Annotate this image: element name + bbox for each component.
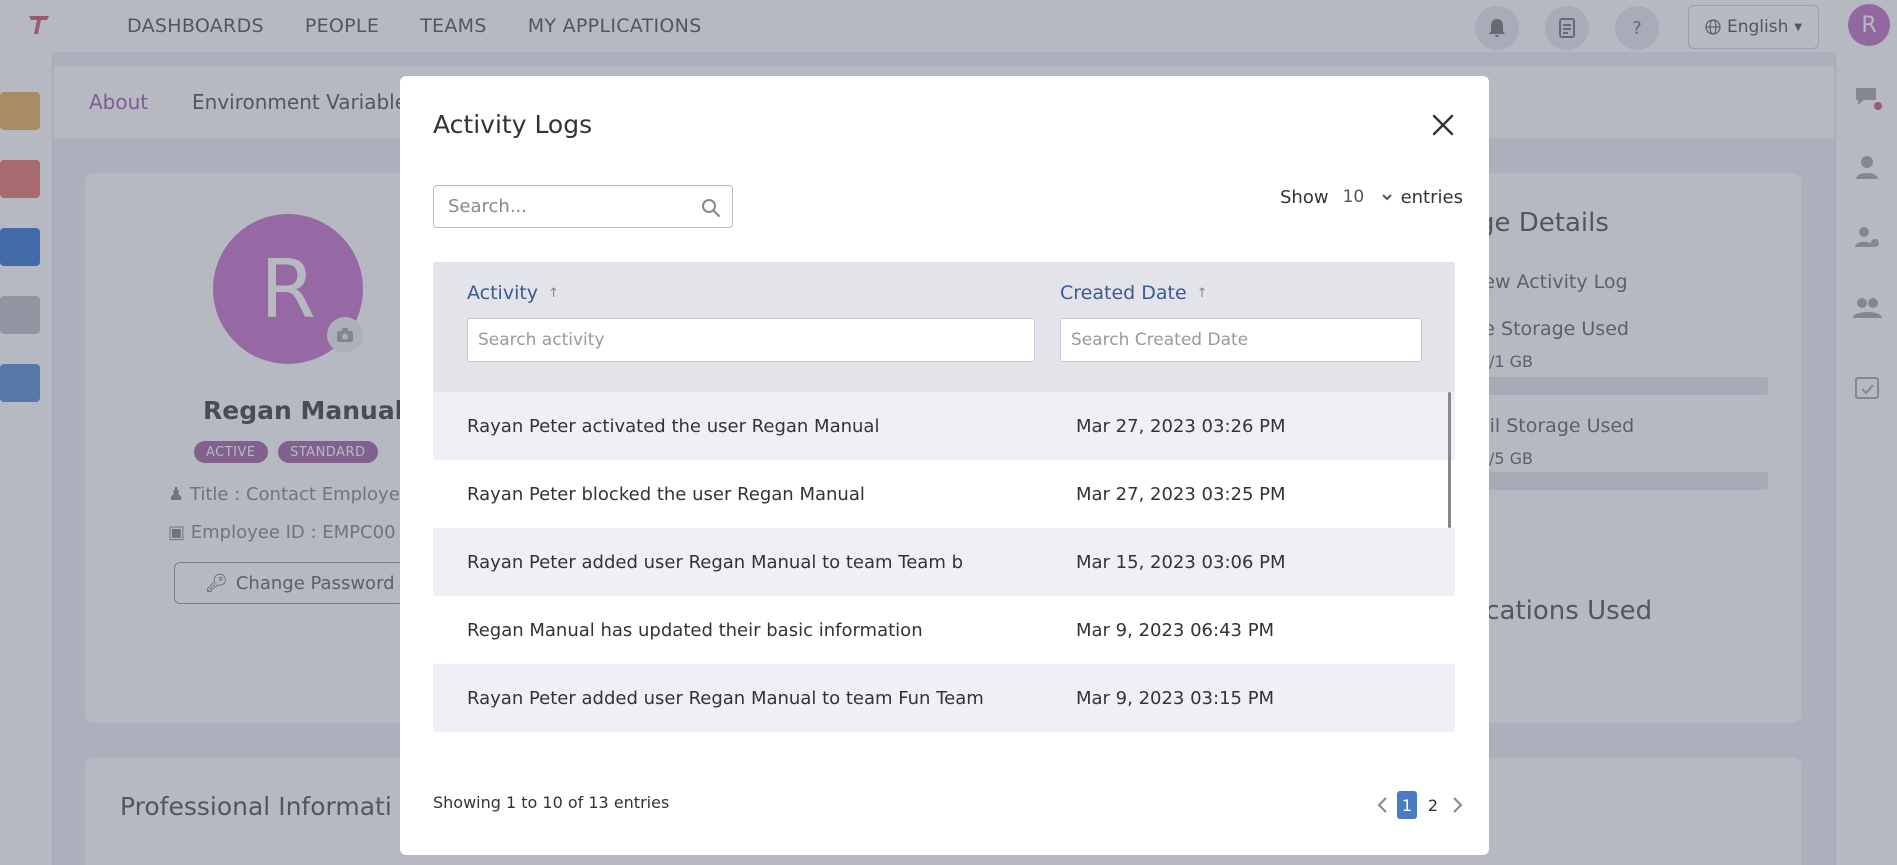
- created-date-filter-input[interactable]: [1060, 318, 1422, 362]
- show-label: Show: [1280, 186, 1329, 208]
- entries-summary: Showing 1 to 10 of 13 entries: [433, 793, 670, 812]
- activity-cell: Regan Manual has updated their basic inf…: [467, 619, 923, 641]
- chevron-left-icon[interactable]: [1375, 795, 1391, 815]
- chevron-right-icon[interactable]: [1449, 795, 1465, 815]
- sort-arrow-icon: ↑: [548, 285, 559, 301]
- activity-cell: Rayan Peter activated the user Regan Man…: [467, 415, 880, 437]
- table-scrollbar[interactable]: [1448, 392, 1451, 528]
- page-2-button[interactable]: 2: [1423, 791, 1443, 819]
- entries-select[interactable]: 10: [1334, 186, 1395, 208]
- global-search: [433, 185, 733, 228]
- column-header-created-date[interactable]: Created Date ↑: [1060, 282, 1208, 304]
- date-cell: Mar 27, 2023 03:26 PM: [1076, 415, 1286, 437]
- activity-logs-modal: Activity Logs Show 10 entries Activity ↑…: [400, 76, 1489, 855]
- activity-cell: Rayan Peter blocked the user Regan Manua…: [467, 483, 865, 505]
- sort-arrow-icon: ↑: [1196, 285, 1208, 301]
- show-entries-control: Show 10 entries: [1280, 186, 1463, 208]
- date-cell: Mar 9, 2023 06:43 PM: [1076, 619, 1275, 641]
- search-icon: [702, 199, 720, 217]
- entries-label: entries: [1400, 186, 1463, 208]
- close-icon[interactable]: [1430, 112, 1456, 138]
- table-row: Rayan Peter blocked the user Regan Manua…: [433, 460, 1455, 528]
- pagination: 1 2: [1375, 791, 1465, 819]
- page-1-button[interactable]: 1: [1397, 791, 1417, 819]
- search-input[interactable]: [448, 196, 688, 217]
- activity-filter-input[interactable]: [467, 318, 1035, 362]
- table-header: Activity ↑ Created Date ↑: [433, 262, 1455, 392]
- modal-title: Activity Logs: [433, 110, 593, 139]
- activity-cell: Rayan Peter added user Regan Manual to t…: [467, 551, 964, 573]
- date-cell: Mar 27, 2023 03:25 PM: [1076, 483, 1286, 505]
- table-row: Rayan Peter added user Regan Manual to t…: [433, 664, 1455, 732]
- table-row: Rayan Peter activated the user Regan Man…: [433, 392, 1455, 460]
- table-row: Rayan Peter added user Regan Manual to t…: [433, 528, 1455, 596]
- date-cell: Mar 9, 2023 03:15 PM: [1076, 687, 1275, 709]
- activity-cell: Rayan Peter added user Regan Manual to t…: [467, 687, 984, 709]
- table-row: Regan Manual has updated their basic inf…: [433, 596, 1455, 664]
- column-header-activity[interactable]: Activity ↑: [467, 282, 559, 304]
- table-body: Rayan Peter activated the user Regan Man…: [433, 392, 1455, 732]
- date-cell: Mar 15, 2023 03:06 PM: [1076, 551, 1286, 573]
